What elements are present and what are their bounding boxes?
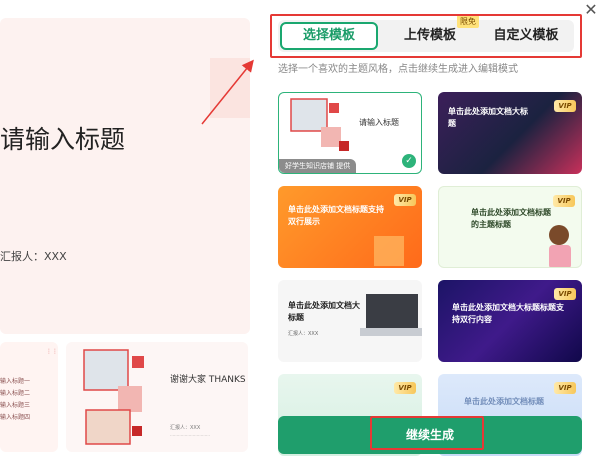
template-card[interactable]: VIP 单击此处添加文档标题的主题标题 [438,186,582,268]
template-card[interactable]: 请输入标题 好学生知识店铺 提供 ✓ [278,92,422,174]
thumb-dots: ⋮⋮⋮ [46,348,58,355]
template-card[interactable]: VIP 单击此处添加文档大标题标题支持双行内容 [438,280,582,362]
slide-title: 请输入标题 [0,125,126,154]
template-card[interactable]: 单击此处添加文档大标题 汇报人：XXX [278,280,422,362]
vip-badge: VIP [394,194,416,206]
thanks-photo-collage [83,349,144,445]
card-title: 单击此处添加文档大标题 [288,301,360,322]
vip-badge: VIP [554,100,576,112]
thumbnail-toc[interactable]: ⋮⋮⋮ 输入标题一 输入标题二 输入标题三 输入标题四 [0,342,58,452]
toc-item: 输入标题二 [0,390,31,397]
laptop-illustration [360,294,422,336]
template-card[interactable]: VIP 单击此处添加文档大标题 [438,92,582,174]
vip-badge: VIP [554,382,576,394]
card-title: 单击此处添加文档标题 [464,397,544,406]
vip-badge: VIP [554,288,576,300]
vip-badge: VIP [394,382,416,394]
thanks-meta-line: ………………………… [170,432,210,437]
template-credit: 好学生知识店铺 提供 [279,159,357,173]
vip-badge: VIP [553,195,575,207]
check-icon: ✓ [402,154,416,168]
card-3-shape [374,236,404,266]
toc-item: 输入标题三 [0,402,31,409]
toc-item: 输入标题一 [0,378,31,385]
thanks-info: 汇报人：XXX [170,425,201,431]
card-subtitle: 汇报人：XXX [288,331,319,337]
thanks-text: 谢谢大家 THANKS [170,375,246,385]
girl-illustration [549,225,571,267]
card-title: 单击此处添加文档标题支持双行展示 [288,205,384,226]
card-title: 请输入标题 [359,118,399,127]
slide-decoration [210,58,250,118]
template-hint: 选择一个喜欢的主题风格，点击继续生成进入编辑模式 [278,64,518,75]
generate-highlight-box [370,416,484,450]
card-title: 单击此处添加文档大标题标题支持双行内容 [452,303,564,324]
card-title: 单击此处添加文档大标题 [448,107,528,128]
toc-item: 输入标题四 [0,414,31,421]
main-slide-preview [0,18,250,334]
tab-highlight-box [270,14,582,58]
close-icon[interactable]: ✕ [583,2,599,18]
thumbnail-thanks[interactable]: 谢谢大家 THANKS 汇报人：XXX ………………………… [66,342,248,452]
template-card[interactable]: VIP 单击此处添加文档标题支持双行展示 [278,186,422,268]
slide-reporter: 汇报人：XXX [0,250,67,263]
